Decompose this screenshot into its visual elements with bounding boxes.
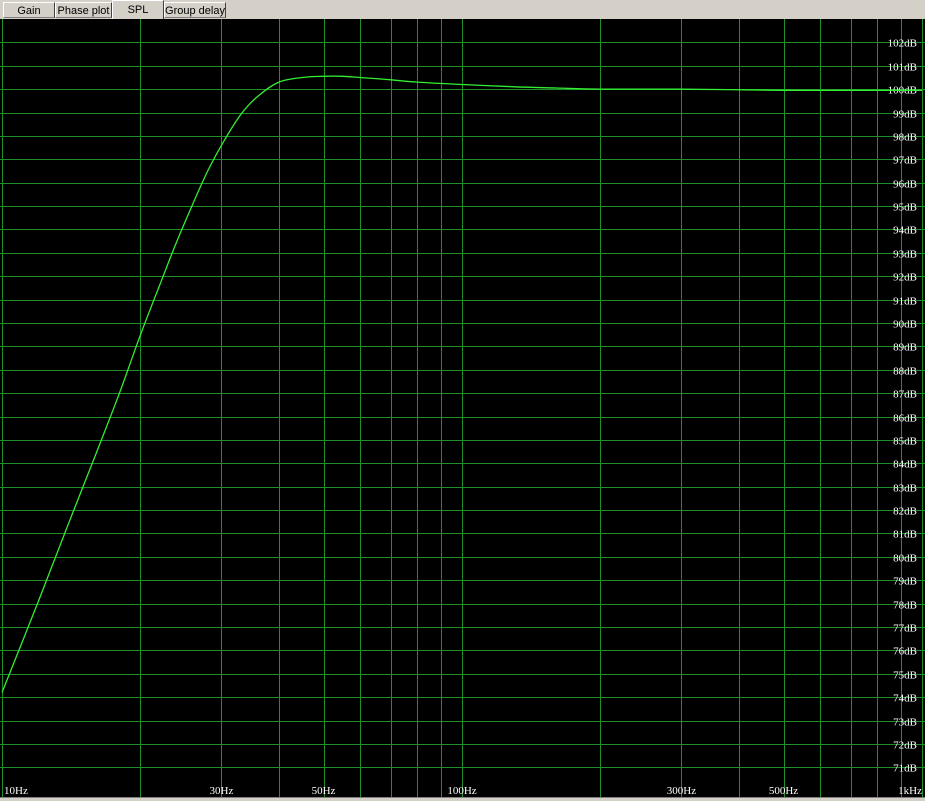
y-tick-label: 95dB — [893, 202, 917, 214]
tab-bar: Gain Phase plot SPL Group delay — [0, 0, 925, 20]
y-tick-label: 89dB — [893, 342, 917, 354]
y-tick-label: 96dB — [893, 179, 917, 191]
y-tick-label: 79dB — [893, 576, 917, 588]
x-tick-label: 500Hz — [769, 785, 798, 797]
y-tick-label: 84dB — [893, 459, 917, 471]
spl-chart: 71dB 72dB 73dB 74dB 75dB 76dB 77dB 78dB 79dB 80dB… — [0, 19, 925, 798]
x-tick-label: 100Hz — [447, 785, 476, 797]
y-tick-label: 77dB — [893, 623, 917, 635]
y-tick-label: 80dB — [893, 553, 917, 565]
y-tick-label: 93dB — [893, 249, 917, 261]
x-tick-label: 30Hz — [210, 785, 234, 797]
y-tick-label: 86dB — [893, 413, 917, 425]
y-tick-label: 76dB — [893, 646, 917, 658]
spl-plot-area: 71dB 72dB 73dB 74dB 75dB 76dB 77dB 78dB 79dB 80dB… — [0, 19, 925, 798]
y-tick-label: 92dB — [893, 272, 917, 284]
y-tick-label: 102dB — [888, 38, 917, 50]
x-tick-label: 10Hz — [4, 785, 28, 797]
status-bar — [0, 797, 925, 801]
y-tick-label: 88dB — [893, 366, 917, 378]
tab-gain[interactable]: Gain — [3, 2, 55, 18]
x-tick-label: 1kHz — [898, 785, 922, 797]
y-tick-label: 98dB — [893, 132, 917, 144]
x-tick-label: 50Hz — [312, 785, 336, 797]
y-tick-label: 101dB — [888, 62, 917, 74]
y-tick-label: 73dB — [893, 717, 917, 729]
y-tick-label: 94dB — [893, 225, 917, 237]
y-tick-label: 81dB — [893, 529, 917, 541]
y-tick-label: 91dB — [893, 296, 917, 308]
y-tick-label: 83dB — [893, 483, 917, 495]
y-tick-label: 85dB — [893, 436, 917, 448]
y-tick-label: 75dB — [893, 670, 917, 682]
y-tick-label: 74dB — [893, 693, 917, 705]
tab-group-delay[interactable]: Group delay — [164, 2, 226, 18]
y-tick-label: 97dB — [893, 155, 917, 167]
y-tick-label: 78dB — [893, 600, 917, 612]
y-tick-label: 71dB — [893, 763, 917, 775]
x-tick-label: 300Hz — [667, 785, 696, 797]
tab-phase-plot[interactable]: Phase plot — [55, 2, 112, 18]
y-tick-label: 72dB — [893, 740, 917, 752]
y-tick-label: 82dB — [893, 506, 917, 518]
y-tick-label: 90dB — [893, 319, 917, 331]
y-tick-label: 87dB — [893, 389, 917, 401]
y-tick-label: 99dB — [893, 109, 917, 121]
tab-spl[interactable]: SPL — [112, 0, 164, 19]
